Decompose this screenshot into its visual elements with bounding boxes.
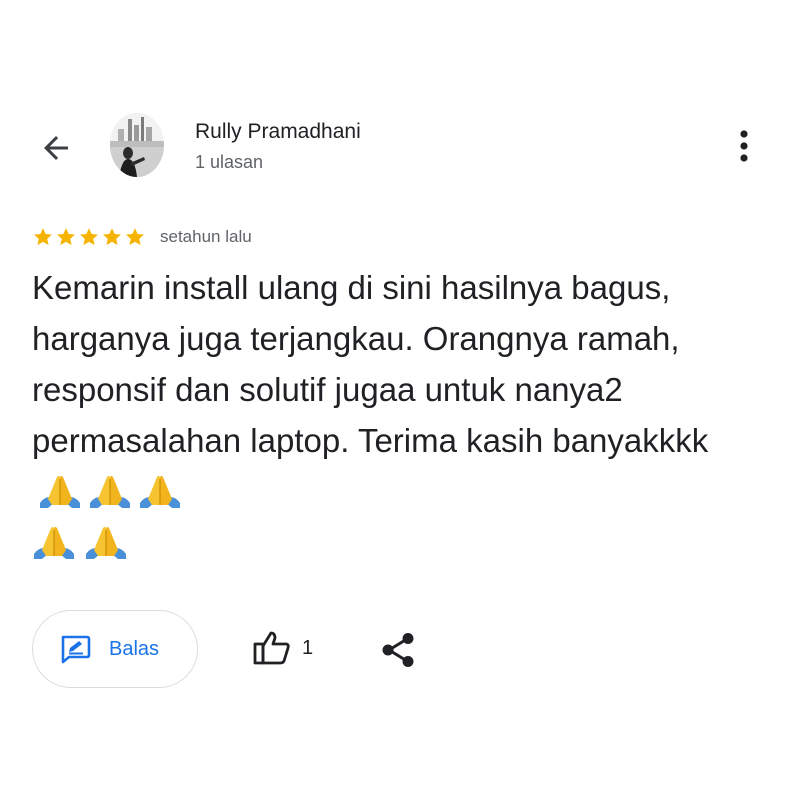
review-detail-page: Rully Pramadhani 1 ulasan setahun lalu K… <box>0 0 800 800</box>
star-icon <box>80 228 98 245</box>
reviewer-name[interactable]: Rully Pramadhani <box>195 120 361 144</box>
more-vert-icon <box>740 130 748 162</box>
emoji-group-1 <box>38 473 182 509</box>
pray-emoji-icon <box>34 526 74 559</box>
avatar-image <box>110 113 164 177</box>
reply-icon <box>61 635 91 664</box>
arrow-back-icon <box>44 136 68 160</box>
like-count: 1 <box>302 636 314 659</box>
reply-label: Balas <box>109 637 160 660</box>
pray-emoji-icon <box>140 475 180 508</box>
review-text: Kemarin install ulang di sini hasilnya b… <box>32 269 709 459</box>
like-button[interactable]: 1 <box>252 628 313 668</box>
review-time: setahun lalu <box>160 227 252 246</box>
reply-button[interactable]: Balas <box>32 610 198 688</box>
more-options-button[interactable] <box>728 124 760 168</box>
star-icon <box>126 228 144 245</box>
emoji-group-2 <box>32 524 128 560</box>
back-button[interactable] <box>36 128 76 168</box>
review-count: 1 ulasan <box>195 152 264 172</box>
pray-emoji-icon <box>86 526 126 559</box>
star-icon <box>103 228 121 245</box>
share-button[interactable] <box>378 630 418 670</box>
pray-emoji-icon <box>90 475 130 508</box>
rating-row: setahun lalu <box>32 224 252 250</box>
star-rating <box>32 226 146 248</box>
pray-emoji-icon <box>40 475 80 508</box>
share-icon <box>382 633 414 667</box>
star-icon <box>57 228 75 245</box>
review-body: Kemarin install ulang di sini hasilnya b… <box>32 262 762 568</box>
avatar[interactable] <box>110 113 164 177</box>
thumbs-up-icon <box>253 631 290 665</box>
star-icon <box>34 228 52 245</box>
